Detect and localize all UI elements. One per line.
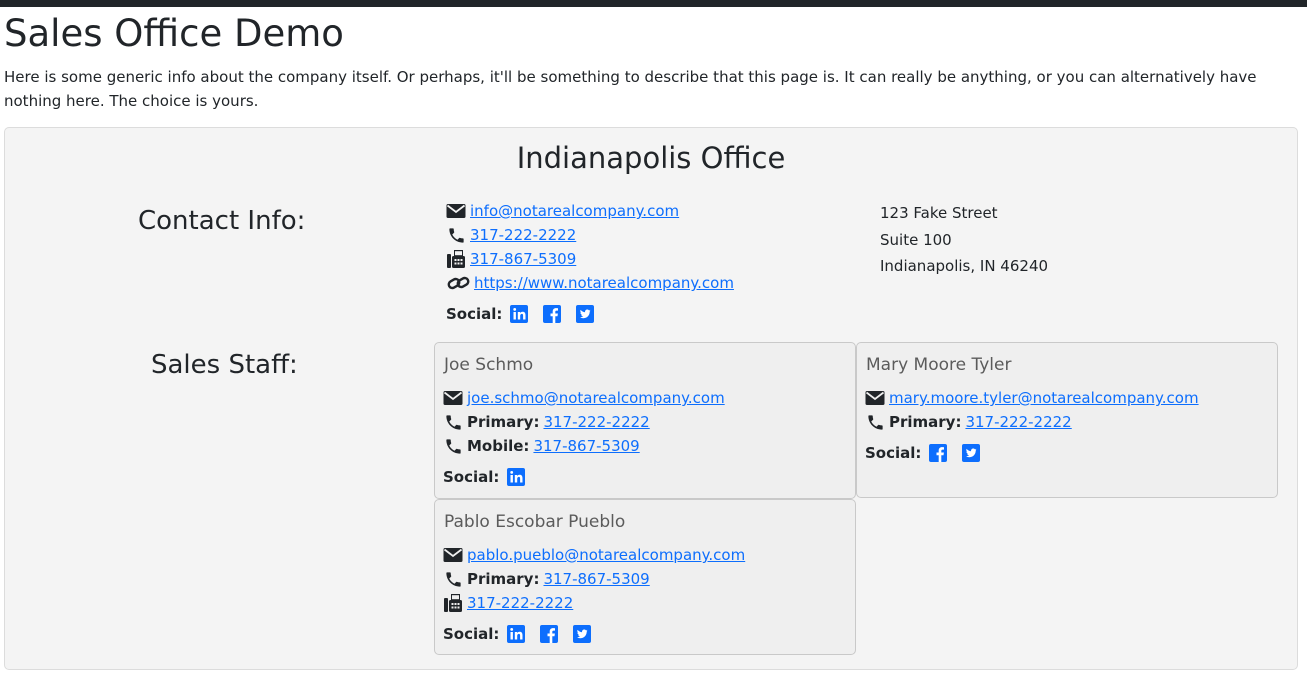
office-fax-link[interactable]: 317-867-5309 (470, 247, 576, 271)
staff-primary-phone-link[interactable]: 317-222-2222 (965, 410, 1071, 434)
phone-icon (443, 569, 463, 589)
linkedin-icon[interactable] (510, 305, 529, 323)
linkedin-icon[interactable] (507, 625, 526, 643)
social-label: Social: (446, 305, 503, 323)
phone-icon (443, 412, 463, 432)
office-website-link[interactable]: https://www.notarealcompany.com (474, 271, 734, 295)
staff-fax-row: 317-222-2222 (443, 591, 573, 615)
office-name: Indianapolis Office (516, 141, 786, 175)
linkedin-icon[interactable] (507, 468, 526, 486)
contact-info-label: Contact Info: (138, 206, 306, 236)
fax-icon (446, 249, 466, 269)
facebook-icon[interactable] (543, 305, 562, 323)
staff-email-row: mary.moore.tyler@notarealcompany.com (865, 386, 1199, 410)
twitter-icon[interactable] (962, 444, 981, 462)
address-line-1: 123 Fake Street (880, 204, 998, 222)
link-icon (446, 273, 470, 293)
staff-name: Mary Moore Tyler (866, 355, 1012, 375)
staff-email-link[interactable]: joe.schmo@notarealcompany.com (467, 386, 725, 410)
envelope-icon (443, 545, 463, 565)
envelope-icon (865, 388, 885, 408)
office-email-row: info@notarealcompany.com (446, 199, 679, 223)
office-phone-row: 317-222-2222 (446, 223, 576, 247)
office-email-link[interactable]: info@notarealcompany.com (470, 199, 679, 223)
page-intro: Here is some generic info about the comp… (4, 68, 1257, 110)
facebook-icon[interactable] (929, 444, 948, 462)
staff-primary-phone-link[interactable]: 317-867-5309 (543, 567, 649, 591)
office-fax-row: 317-867-5309 (446, 247, 576, 271)
top-navbar (0, 0, 1307, 7)
twitter-icon[interactable] (573, 625, 592, 643)
phone-icon (865, 412, 885, 432)
staff-email-row: pablo.pueblo@notarealcompany.com (443, 543, 745, 567)
primary-label: Primary: (467, 413, 540, 431)
staff-social-row: Social: (865, 441, 995, 465)
phone-icon (443, 436, 463, 456)
staff-social-row: Social: (443, 465, 540, 489)
staff-social-row: Social: (443, 622, 606, 646)
staff-name: Joe Schmo (444, 355, 534, 375)
staff-primary-phone-row: Primary: 317-222-2222 (865, 410, 1072, 434)
social-label: Social: (443, 625, 500, 643)
envelope-icon (446, 201, 466, 221)
social-label: Social: (443, 468, 500, 486)
staff-email-link[interactable]: mary.moore.tyler@notarealcompany.com (889, 386, 1199, 410)
address-line-2: Suite 100 (880, 231, 952, 249)
primary-label: Primary: (467, 570, 540, 588)
envelope-icon (443, 388, 463, 408)
office-social-row: Social: (446, 302, 609, 326)
primary-label: Primary: (889, 413, 962, 431)
staff-mobile-phone-row: Mobile: 317-867-5309 (443, 434, 640, 458)
sales-staff-label: Sales Staff: (151, 350, 298, 380)
staff-mobile-phone-link[interactable]: 317-867-5309 (533, 434, 639, 458)
address-line-3: Indianapolis, IN 46240 (880, 257, 1049, 275)
staff-primary-phone-link[interactable]: 317-222-2222 (543, 410, 649, 434)
office-phone-link[interactable]: 317-222-2222 (470, 223, 576, 247)
office-website-row: https://www.notarealcompany.com (446, 271, 734, 295)
staff-email-row: joe.schmo@notarealcompany.com (443, 386, 725, 410)
staff-fax-link[interactable]: 317-222-2222 (467, 591, 573, 615)
staff-name: Pablo Escobar Pueblo (444, 512, 626, 532)
fax-icon (443, 593, 463, 613)
staff-primary-phone-row: Primary: 317-222-2222 (443, 410, 650, 434)
social-label: Social: (865, 444, 922, 462)
phone-icon (446, 225, 466, 245)
mobile-label: Mobile: (467, 437, 530, 455)
page-title: Sales Office Demo (4, 12, 344, 55)
staff-primary-phone-row: Primary: 317-867-5309 (443, 567, 650, 591)
staff-email-link[interactable]: pablo.pueblo@notarealcompany.com (467, 543, 745, 567)
facebook-icon[interactable] (540, 625, 559, 643)
twitter-icon[interactable] (576, 305, 595, 323)
